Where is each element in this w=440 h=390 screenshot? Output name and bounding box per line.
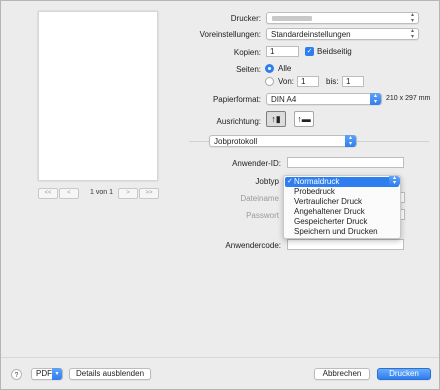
jobtype-option-confidential[interactable]: Vertraulicher Druck xyxy=(285,197,399,207)
jobtype-option-stored[interactable]: Gespeicherter Druck xyxy=(285,217,399,227)
pages-from-label: Von: xyxy=(278,77,295,86)
last-page-button[interactable]: >> xyxy=(139,188,159,199)
panel-stepper-icon: ▴ ▾ xyxy=(345,135,356,147)
printer-stepper-icon: ▴ ▾ xyxy=(410,12,414,24)
presets-label: Voreinstellungen: xyxy=(199,30,261,39)
printer-name-redacted xyxy=(272,16,312,21)
paper-size-text: 210 x 297 mm xyxy=(386,95,431,102)
presets-stepper-icon: ▴ ▾ xyxy=(410,28,414,40)
pages-label: Seiten: xyxy=(236,65,261,74)
user-code-field[interactable] xyxy=(287,239,404,250)
paper-stepper-icon: ▴ ▾ xyxy=(370,93,381,105)
printer-label: Drucker: xyxy=(230,14,261,23)
copies-label: Kopien: xyxy=(233,48,261,57)
presets-select[interactable]: Standardeinstellungen ▴ ▾ xyxy=(266,28,419,40)
presets-value: Standardeinstellungen xyxy=(271,30,351,39)
cancel-button[interactable]: Abbrechen xyxy=(314,368,370,380)
jobtype-option-store-and-print[interactable]: Speichern und Drucken xyxy=(285,227,399,237)
hide-details-button[interactable]: Details ausblenden xyxy=(69,368,151,380)
pages-to-label: bis: xyxy=(326,77,339,86)
jobtype-option-label: Normaldruck xyxy=(294,177,340,186)
panel-value: Jobprotokoll xyxy=(214,137,258,146)
jobtype-label: Jobtyp xyxy=(255,177,279,186)
filename-label: Dateiname xyxy=(240,194,279,203)
printer-select[interactable]: ▴ ▾ xyxy=(266,12,419,24)
page-indicator: 1 von 1 xyxy=(90,189,113,196)
duplex-label: Beidseitig xyxy=(317,47,352,56)
user-code-label: Anwendercode: xyxy=(225,241,281,250)
first-page-button[interactable]: << xyxy=(38,188,58,199)
pages-from-field[interactable]: 1 xyxy=(297,76,319,87)
pages-to-field[interactable]: 1 xyxy=(342,76,364,87)
jobtype-option-hold[interactable]: Angehaltener Druck xyxy=(285,207,399,217)
panel-select[interactable]: Jobprotokoll ▴ ▾ xyxy=(209,135,357,147)
user-id-field[interactable] xyxy=(287,157,404,168)
next-page-button[interactable]: > xyxy=(118,188,138,199)
page-preview xyxy=(38,11,158,181)
copies-field[interactable]: 1 xyxy=(266,46,299,57)
portrait-icon[interactable]: ↑▮ xyxy=(266,111,286,127)
pages-all-radio[interactable] xyxy=(265,64,274,73)
pdf-chevron-icon: ▾ xyxy=(52,368,62,380)
prev-page-button[interactable]: < xyxy=(59,188,79,199)
jobtype-option-normal[interactable]: ✓ Normaldruck xyxy=(285,177,399,187)
print-button[interactable]: Drucken xyxy=(377,368,431,380)
jobtype-menu[interactable]: ✓ Normaldruck Probedruck Vertraulicher D… xyxy=(283,175,401,239)
pages-range-radio[interactable] xyxy=(265,77,274,86)
password-label: Passwort xyxy=(246,211,279,220)
jobtype-option-proof[interactable]: Probedruck xyxy=(285,187,399,197)
paper-value: DIN A4 xyxy=(271,95,297,104)
pdf-menu-button[interactable]: PDF ▾ xyxy=(31,368,63,380)
duplex-checkbox[interactable]: ✓ xyxy=(305,47,314,56)
jobtype-stepper-icon: ▴ ▾ xyxy=(389,175,400,186)
pdf-label: PDF xyxy=(36,369,52,378)
paper-label: Papierformat: xyxy=(212,95,261,104)
checkmark-icon: ✓ xyxy=(287,178,293,185)
help-button[interactable]: ? xyxy=(11,369,22,380)
footer-separator xyxy=(1,357,439,358)
pages-all-label: Alle xyxy=(278,64,292,73)
user-id-label: Anwender-ID: xyxy=(232,159,281,168)
orientation-label: Ausrichtung: xyxy=(216,117,261,126)
print-dialog: << < 1 von 1 > >> Drucker: ▴ ▾ Voreinstel… xyxy=(0,0,440,390)
landscape-icon[interactable]: ↑▬ xyxy=(294,111,314,127)
paper-select[interactable]: DIN A4 ▴ ▾ xyxy=(266,93,382,105)
